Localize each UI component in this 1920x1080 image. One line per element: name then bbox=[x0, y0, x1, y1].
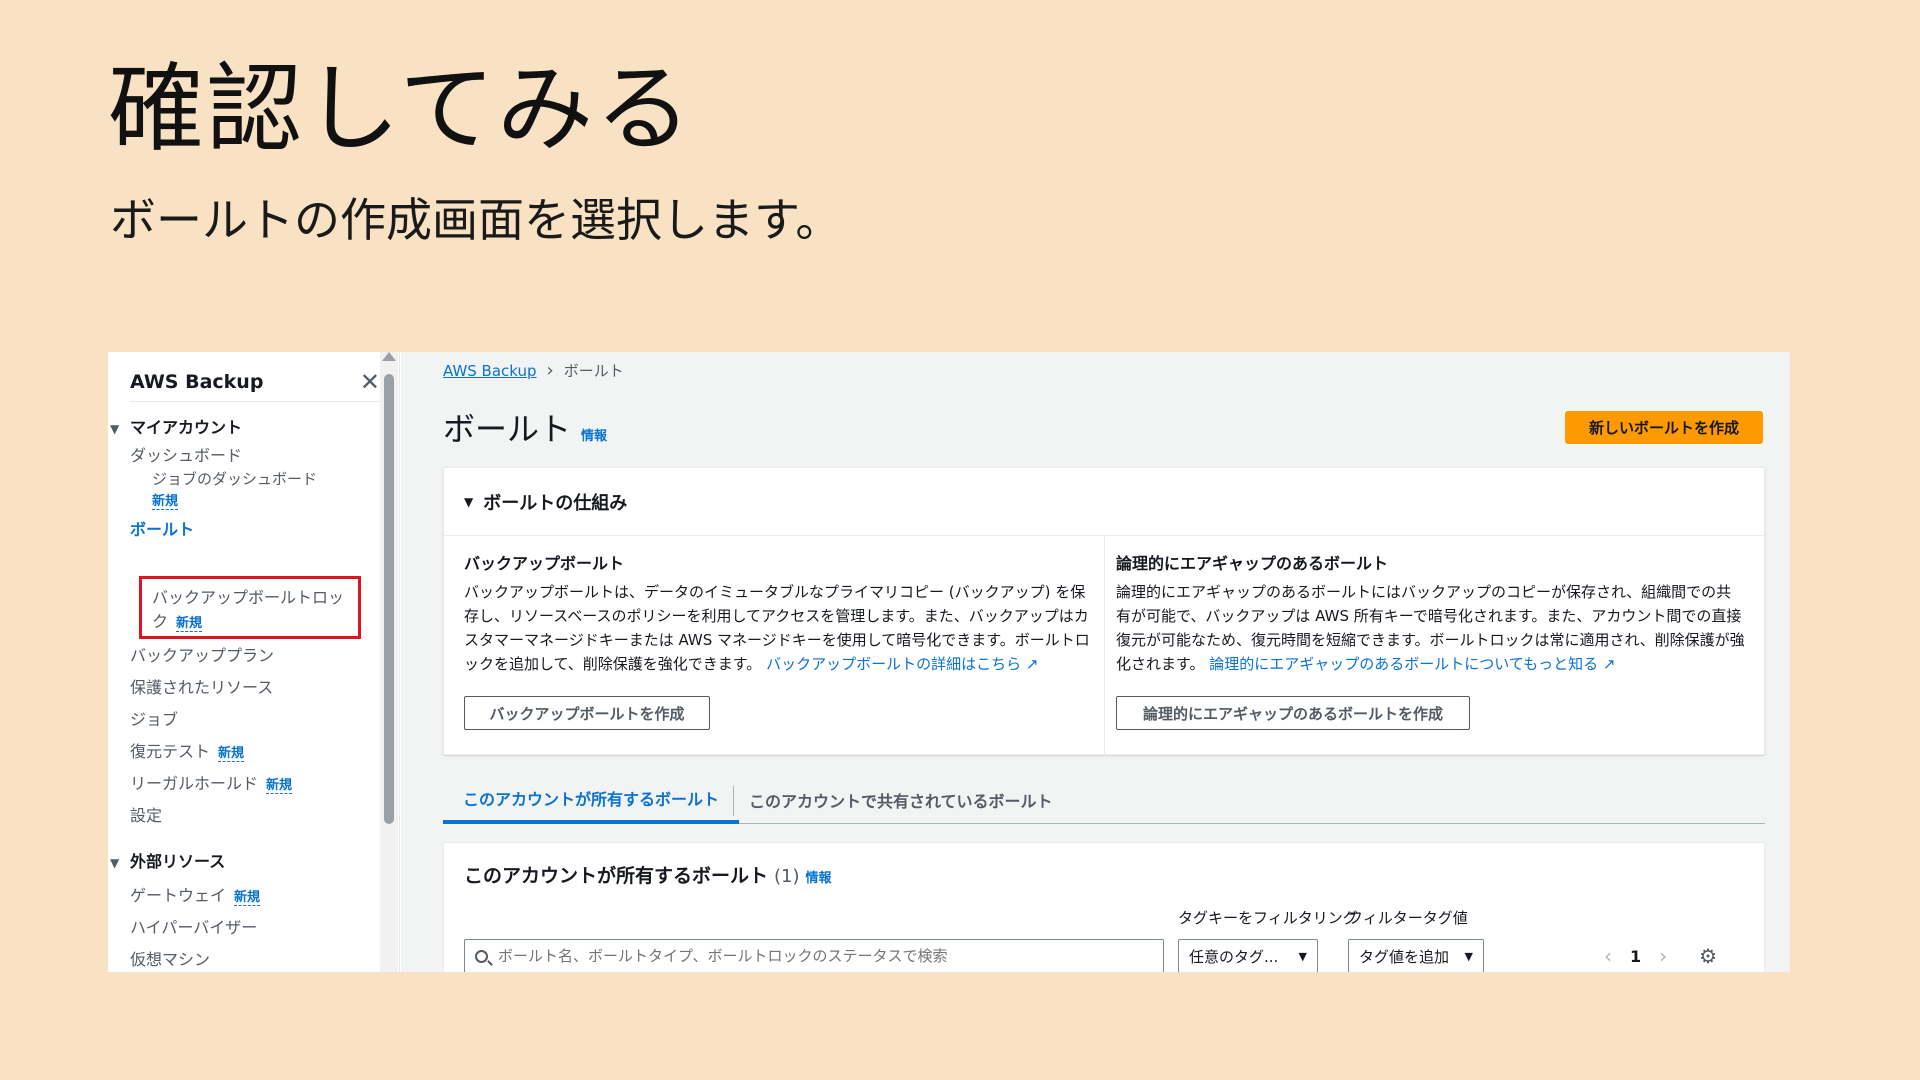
sidebar-item-virtual-machines[interactable]: 仮想マシン bbox=[130, 946, 210, 970]
sidebar-item-restore-testing[interactable]: 復元テスト 新規 bbox=[130, 738, 245, 762]
owned-vaults-panel: このアカウントが所有するボールト (1) 情報 タグキーをフィルタリング フィル… bbox=[443, 842, 1765, 972]
tab-divider bbox=[733, 786, 734, 816]
sidebar-section-external[interactable]: ▼ 外部リソース bbox=[110, 848, 225, 872]
backup-vault-column: バックアップボールト バックアップボールトは、データのイミュータブルなプライマリ… bbox=[464, 550, 1094, 676]
chevron-right-icon: › bbox=[546, 360, 554, 381]
tag-value-select-value: タグ値を追加 bbox=[1359, 947, 1450, 966]
sidebar-header: AWS Backup ✕ bbox=[130, 362, 380, 402]
caret-down-icon: ▼ bbox=[110, 422, 120, 436]
backup-vault-description: バックアップボールトは、データのイミュータブルなプライマリコピー (バックアップ… bbox=[464, 580, 1094, 676]
sidebar-item-vaults[interactable]: ボールト bbox=[130, 516, 194, 540]
create-air-gapped-vault-button[interactable]: 論理的にエアギャップのあるボールトを作成 bbox=[1116, 696, 1470, 730]
info-link[interactable]: 情報 bbox=[581, 425, 607, 444]
page-number[interactable]: 1 bbox=[1630, 947, 1641, 966]
new-badge-label: 新規 bbox=[152, 494, 179, 510]
tag-key-select-value: 任意のタグ... bbox=[1189, 947, 1279, 966]
sidebar-item-backup-plans[interactable]: バックアッププラン bbox=[130, 642, 274, 666]
how-it-works-panel: ▼ ボールトの仕組み バックアップボールト バックアップボールトは、データのイミ… bbox=[443, 467, 1765, 756]
main-content: AWS Backup › ボールト ボールト 情報 新しいボールトを作成 ▼ ボ… bbox=[401, 352, 1790, 972]
tag-value-filter-label: フィルタータグ値 bbox=[1348, 909, 1468, 927]
sidebar-item-jobs-dashboard[interactable]: ジョブのダッシュボード bbox=[152, 468, 317, 489]
new-badge: 新規 bbox=[152, 490, 179, 510]
gear-icon[interactable]: ⚙ bbox=[1699, 944, 1717, 968]
how-it-works-toggle[interactable]: ▼ ボールトの仕組み bbox=[444, 468, 1764, 536]
sidebar: AWS Backup ✕ ▼ マイアカウント ダッシュボード ジョブのダッシュボー… bbox=[108, 352, 400, 972]
tag-key-select[interactable]: 任意のタグ... ▼ bbox=[1178, 939, 1318, 972]
tag-key-filter-label: タグキーをフィルタリング bbox=[1178, 909, 1358, 927]
close-icon[interactable]: ✕ bbox=[360, 368, 380, 396]
sidebar-item-settings[interactable]: 設定 bbox=[130, 802, 162, 826]
caret-down-icon: ▼ bbox=[1464, 949, 1473, 963]
column-divider bbox=[1104, 536, 1105, 756]
chevron-right-icon[interactable]: › bbox=[1659, 944, 1667, 968]
highlight-box bbox=[139, 576, 361, 639]
page-title-text: ボールト bbox=[443, 410, 572, 448]
scroll-up-icon[interactable] bbox=[382, 352, 396, 361]
caret-down-icon: ▼ bbox=[464, 494, 474, 509]
air-gapped-vault-title: 論理的にエアギャップのあるボールト bbox=[1116, 554, 1389, 573]
external-link-icon: ↗ bbox=[1025, 655, 1039, 673]
owned-vaults-count: (1) bbox=[774, 866, 800, 887]
breadcrumb-current: ボールト bbox=[563, 362, 624, 380]
owned-vaults-header: このアカウントが所有するボールト (1) 情報 bbox=[464, 861, 832, 888]
chevron-left-icon[interactable]: ‹ bbox=[1604, 944, 1612, 968]
sidebar-title: AWS Backup bbox=[130, 370, 264, 393]
air-gapped-learn-more-link[interactable]: 論理的にエアギャップのあるボールトについてもっと知る bbox=[1209, 655, 1598, 673]
gateways-label: ゲートウェイ bbox=[130, 886, 227, 905]
sidebar-item-protected-resources[interactable]: 保護されたリソース bbox=[130, 674, 273, 698]
pagination: ‹ 1 › ⚙ bbox=[1604, 939, 1717, 972]
caret-down-icon: ▼ bbox=[1298, 949, 1307, 963]
tab-shared-vaults[interactable]: このアカウントで共有されているボールト bbox=[749, 776, 1053, 824]
tab-owned-vaults[interactable]: このアカウントが所有するボールト bbox=[443, 776, 740, 824]
slide-subtitle: ボールトの作成画面を選択します。 bbox=[110, 193, 842, 247]
search-icon bbox=[475, 949, 488, 963]
scrollbar-thumb[interactable] bbox=[384, 374, 394, 824]
backup-vault-learn-more-link[interactable]: バックアップボールトの詳細はこちら bbox=[766, 655, 1021, 673]
vault-tabs: このアカウントが所有するボールト このアカウントで共有されているボールト bbox=[443, 776, 1765, 824]
owned-vaults-title: このアカウントが所有するボールト bbox=[464, 865, 769, 887]
how-it-works-title: ボールトの仕組み bbox=[483, 492, 628, 514]
page-title: ボールト 情報 bbox=[443, 404, 607, 450]
backup-vault-title: バックアップボールト bbox=[464, 554, 625, 573]
sidebar-section-my-account[interactable]: ▼ マイアカウント bbox=[110, 414, 242, 438]
search-input[interactable] bbox=[498, 947, 1158, 965]
caret-down-icon: ▼ bbox=[110, 856, 120, 870]
external-link-icon: ↗ bbox=[1602, 655, 1616, 673]
tag-value-select[interactable]: タグ値を追加 ▼ bbox=[1348, 939, 1484, 972]
sidebar-item-legal-holds[interactable]: リーガルホールド 新規 bbox=[130, 770, 293, 794]
section-label: マイアカウント bbox=[130, 418, 243, 437]
sidebar-item-gateways[interactable]: ゲートウェイ 新規 bbox=[130, 882, 261, 906]
restore-testing-label: 復元テスト bbox=[130, 742, 211, 761]
new-badge-label: 新規 bbox=[218, 746, 245, 762]
section-label: 外部リソース bbox=[130, 852, 226, 871]
create-new-vault-button[interactable]: 新しいボールトを作成 bbox=[1565, 411, 1763, 444]
new-badge-label: 新規 bbox=[266, 778, 293, 794]
air-gapped-vault-description: 論理的にエアギャップのあるボールトにはバックアップのコピーが保存され、組織間での… bbox=[1116, 580, 1746, 676]
console-screenshot: AWS Backup ✕ ▼ マイアカウント ダッシュボード ジョブのダッシュボー… bbox=[108, 352, 1790, 972]
sidebar-item-jobs[interactable]: ジョブ bbox=[130, 706, 178, 730]
air-gapped-vault-column: 論理的にエアギャップのあるボールト 論理的にエアギャップのあるボールトにはバック… bbox=[1116, 550, 1746, 676]
info-link[interactable]: 情報 bbox=[806, 867, 832, 886]
sidebar-item-dashboard[interactable]: ダッシュボード bbox=[130, 442, 242, 466]
legal-holds-label: リーガルホールド bbox=[130, 774, 259, 793]
breadcrumb: AWS Backup › ボールト bbox=[443, 360, 624, 381]
sidebar-item-hypervisors[interactable]: ハイパーバイザー bbox=[130, 914, 257, 938]
vault-search[interactable] bbox=[464, 939, 1164, 972]
breadcrumb-root-link[interactable]: AWS Backup bbox=[443, 362, 537, 380]
slide-title: 確認してみる bbox=[108, 53, 694, 165]
create-backup-vault-button[interactable]: バックアップボールトを作成 bbox=[464, 696, 710, 730]
new-badge-label: 新規 bbox=[234, 890, 261, 906]
